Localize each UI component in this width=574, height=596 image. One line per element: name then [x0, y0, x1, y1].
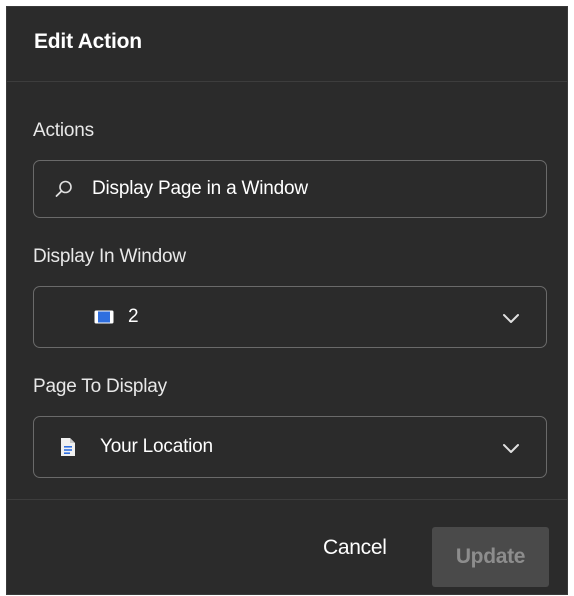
actions-search-value: Display Page in a Window: [92, 178, 308, 199]
page-icon: [58, 437, 78, 457]
display-in-window-value: 2: [128, 306, 139, 327]
page-to-display-select[interactable]: Your Location: [33, 416, 547, 478]
dialog-title: Edit Action: [34, 30, 142, 53]
update-button[interactable]: Update: [432, 527, 549, 587]
dialog-footer: Cancel Update: [7, 499, 567, 596]
chevron-down-icon[interactable]: [502, 441, 520, 453]
display-in-window-label: Display In Window: [33, 246, 186, 267]
page-to-display-label: Page To Display: [33, 376, 167, 397]
search-icon: [54, 179, 74, 199]
window-icon: [94, 307, 114, 327]
display-in-window-select[interactable]: 2: [33, 286, 547, 348]
actions-search-input[interactable]: Display Page in a Window: [33, 160, 547, 218]
cancel-button[interactable]: Cancel: [323, 536, 387, 560]
dialog-body: Actions Display Page in a Window Display…: [7, 120, 567, 478]
chevron-down-icon[interactable]: [502, 311, 520, 323]
page-to-display-value: Your Location: [100, 436, 213, 457]
dialog-header: Edit Action: [7, 7, 567, 82]
actions-label: Actions: [33, 120, 94, 141]
edit-action-dialog: Edit Action Actions Display Page in a Wi…: [6, 6, 568, 595]
